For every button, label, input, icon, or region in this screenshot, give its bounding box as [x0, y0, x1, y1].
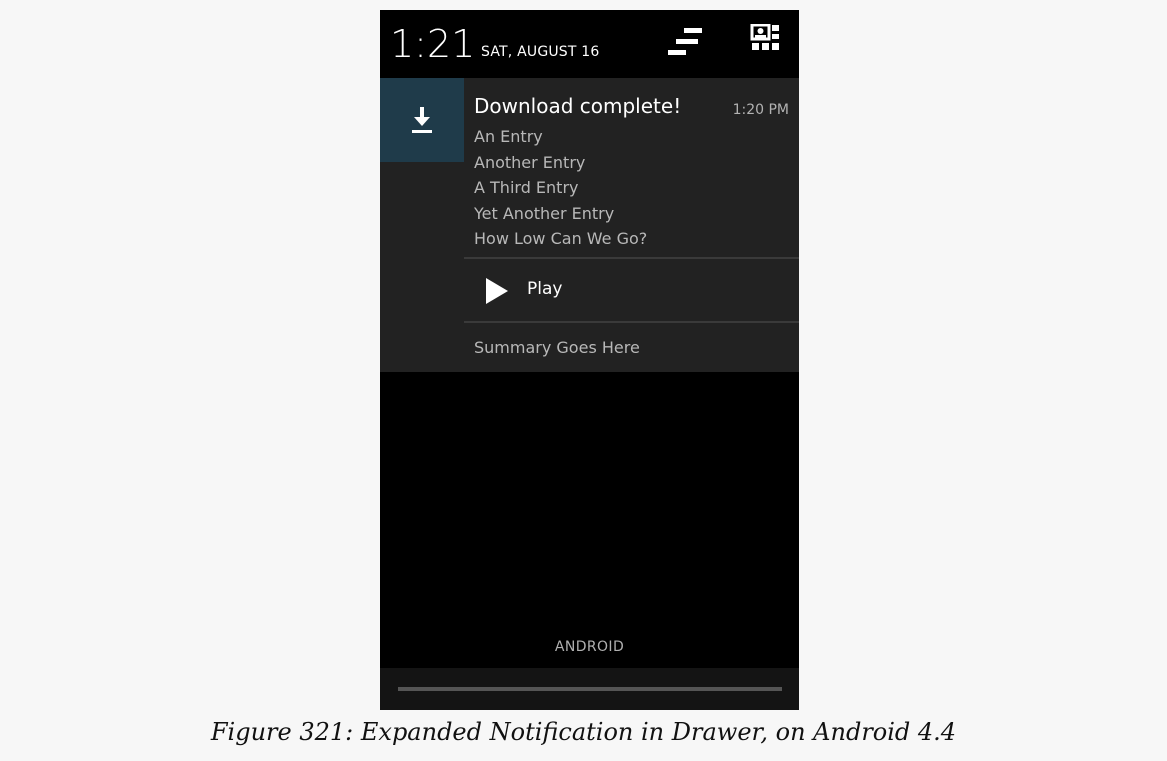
notification-summary: Summary Goes Here: [474, 338, 640, 357]
notification-line: A Third Entry: [474, 178, 579, 197]
notification-line: An Entry: [474, 127, 543, 146]
notification-line: Another Entry: [474, 152, 586, 172]
notification-line: How Low Can We Go?: [474, 229, 648, 248]
notification-drawer: 1:21 SAT, AUGUST 16 Download complete! 1…: [380, 10, 799, 710]
settings-bars-icon: [668, 28, 702, 55]
play-action-button[interactable]: Play: [464, 259, 799, 321]
figure-caption: Figure 321: Expanded Notification in Dra…: [210, 718, 957, 746]
play-action-label: Play: [527, 279, 563, 299]
drawer-header: 1:21 SAT, AUGUST 16: [380, 10, 799, 78]
carrier-label: ANDROID: [554, 639, 625, 655]
play-icon: [486, 278, 508, 304]
drawer-handle[interactable]: [398, 687, 782, 691]
date: SAT, AUGUST 16: [481, 44, 600, 60]
download-notification[interactable]: Download complete! 1:20 PM An Entry Anot…: [380, 78, 799, 372]
notification-time: 1:20 PM: [732, 102, 789, 118]
clock: 1:21: [390, 22, 476, 66]
quick-settings-icon: [750, 24, 779, 50]
download-icon: [412, 107, 432, 133]
divider: [464, 321, 799, 323]
settings-button[interactable]: [664, 24, 704, 64]
notification-line: Yet Another Entry: [474, 203, 615, 223]
drawer-handle-area[interactable]: [380, 668, 799, 710]
quick-settings-button[interactable]: [744, 24, 784, 64]
notification-lines: An Entry Another Entry A Third Entry Yet…: [474, 124, 647, 252]
notification-icon-box: [380, 78, 464, 162]
notification-title: Download complete!: [474, 94, 682, 118]
